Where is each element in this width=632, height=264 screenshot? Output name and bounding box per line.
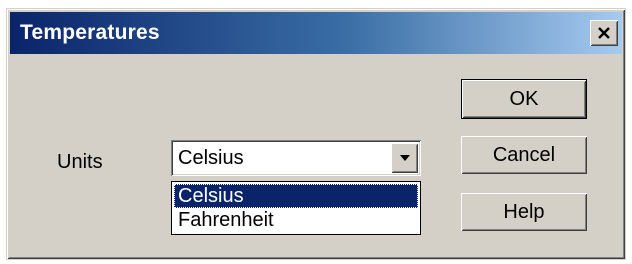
close-icon	[597, 26, 611, 40]
units-dropdown-button[interactable]	[391, 143, 418, 173]
units-dropdown-list: Celsius Fahrenheit	[171, 181, 421, 235]
units-label: Units	[57, 151, 103, 173]
window-title: Temperatures	[20, 21, 160, 44]
ok-button[interactable]: OK	[461, 79, 587, 119]
units-combobox[interactable]: Celsius	[171, 140, 421, 176]
cancel-button[interactable]: Cancel	[461, 136, 587, 174]
dropdown-option-fahrenheit[interactable]: Fahrenheit	[174, 208, 418, 232]
dropdown-option-celsius[interactable]: Celsius	[174, 184, 418, 208]
chevron-down-icon	[399, 149, 411, 167]
help-button[interactable]: Help	[461, 193, 587, 231]
units-combobox-value: Celsius	[178, 147, 244, 169]
close-button[interactable]	[590, 20, 618, 46]
temperatures-dialog: Temperatures Units Celsius Celsius Fahre…	[6, 8, 626, 260]
title-bar[interactable]: Temperatures	[10, 12, 622, 54]
